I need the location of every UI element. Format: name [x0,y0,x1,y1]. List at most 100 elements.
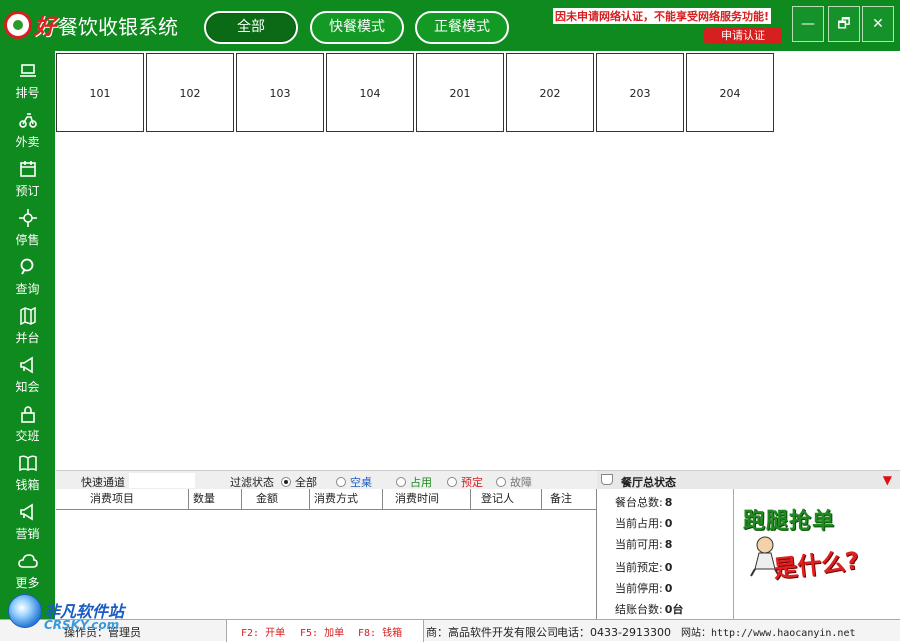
stat-label: 当前占用: [615,517,663,530]
stat-value: 8 [664,496,673,509]
table-tile[interactable]: 204 [686,53,774,132]
quick-channel-input[interactable] [129,473,195,488]
sidebar-item-label: 钱箱 [15,478,40,492]
mode-fast-button[interactable]: 快餐模式 [310,11,404,44]
apply-auth-button[interactable]: 申请认证 [704,28,782,44]
radio-dot [496,477,506,487]
sidebar-item-queue[interactable]: 排号 [0,55,55,103]
sidebar-item-label: 查询 [15,282,40,296]
app-logo: 好 餐饮收银系统 [4,8,178,42]
radio-label: 预定 [461,476,483,489]
shortcut-keys: F2: 开单 F5: 加单 F8: 钱箱 [226,620,424,642]
sidebar-item-label: 外卖 [15,135,40,149]
sidebar-item-reserve[interactable]: 预订 [0,153,55,201]
restaurant-status-header: 餐厅总状态 ▼ [597,470,900,489]
sidebar-item-label: 知会 [15,380,40,394]
stat-value: 0 [664,582,673,595]
stat-label: 餐台总数: [615,496,663,509]
table-grid: 101 102 103 104 201 202 203 204 [56,52,900,470]
maximize-button[interactable]: 🗗 [828,6,860,42]
radio-dot [336,477,346,487]
company-info: 商：高品软件开发有限公司 [426,626,558,639]
logo-icon [4,11,32,39]
lock-icon [0,404,55,426]
radio-label: 故障 [510,476,532,489]
restaurant-status-title: 餐厅总状态 [621,476,676,489]
stat-value: 0 [664,561,673,574]
crosshair-icon [0,208,55,230]
cup-icon [601,474,613,485]
sidebar-item-label: 营销 [15,527,40,541]
radio-dot [396,477,406,487]
radio-dot [447,477,457,487]
filter-bar: 快速通道 过滤状态 全部 空桌 占用 预定 故障 [56,470,597,489]
sidebar-item-shift[interactable]: 交班 [0,398,55,446]
watermark: 非凡软件站 CRSKY.com [6,586,146,636]
calendar-icon [0,159,55,181]
network-notice: 因未申请网络认证，不能享受网络服务功能! [553,8,772,24]
mode-all-button[interactable]: 全部 [204,11,298,44]
collapse-arrow-icon[interactable]: ▼ [883,473,892,487]
map-icon [0,306,55,328]
close-button[interactable]: ✕ [862,6,894,42]
filter-radio-empty[interactable]: 空桌 [336,474,372,490]
search-icon [0,257,55,279]
megaphone-icon [0,355,55,377]
phone-info: 电话：0433-2913300 [557,626,671,639]
globe-icon [8,594,42,628]
filter-status-label: 过滤状态 [230,476,274,489]
filter-radio-occupied[interactable]: 占用 [396,474,432,490]
stat-available: 当前可用: 8 [615,536,672,552]
stat-label: 当前停用: [615,582,663,595]
stat-total: 餐台总数: 8 [615,494,672,510]
minimize-button[interactable]: — [792,6,824,42]
errand-ad-banner[interactable]: 跑腿抢单 是什么? [735,489,900,619]
sidebar-item-stop-sale[interactable]: 停售 [0,202,55,250]
filter-radio-reserved[interactable]: 预定 [447,474,483,490]
column-header[interactable]: 备注 [542,489,597,510]
column-header[interactable]: 消费方式 [310,489,383,510]
table-tile[interactable]: 203 [596,53,684,132]
sidebar-item-query[interactable]: 查询 [0,251,55,299]
logo-hao: 好 [34,15,57,40]
table-tile[interactable]: 103 [236,53,324,132]
column-header[interactable]: 消费项目 [56,489,189,510]
table-tile[interactable]: 104 [326,53,414,132]
stat-disabled: 当前停用: 0 [615,580,672,596]
sidebar-item-merge[interactable]: 并台 [0,300,55,348]
column-header[interactable]: 消费时间 [383,489,471,510]
sidebar-item-takeout[interactable]: 外卖 [0,104,55,152]
column-header[interactable]: 金额 [242,489,310,510]
table-tile[interactable]: 201 [416,53,504,132]
laptop-icon [0,61,55,83]
column-header[interactable]: 登记人 [471,489,542,510]
sidebar-item-cashbox[interactable]: 钱箱 [0,447,55,495]
sidebar-item-notify[interactable]: 知会 [0,349,55,397]
table-tile[interactable]: 202 [506,53,594,132]
column-header[interactable]: 数量 [189,489,242,510]
scooter-icon [0,110,55,132]
table-tile[interactable]: 101 [56,53,144,132]
stat-checked-out: 结账台数: 0台 [615,601,683,617]
mode-full-button[interactable]: 正餐模式 [415,11,509,44]
radio-label: 空桌 [350,476,372,489]
app-title: 餐饮收银系统 [58,14,179,39]
ad-headline: 跑腿抢单 [743,509,836,534]
radio-label: 全部 [295,476,317,489]
consumption-table-header: 消费项目 数量 金额 消费方式 消费时间 登记人 备注 [56,489,597,510]
restaurant-status-list: 餐台总数: 8 当前占用: 0 当前可用: 8 当前预定: 0 当前停用: 0 结账台数:… [597,489,734,619]
filter-radio-fault[interactable]: 故障 [496,474,532,490]
title-bar: 好 餐饮收银系统 全部 快餐模式 正餐模式 因未申请网络认证，不能享受网络服务功… [0,0,900,51]
website-link[interactable]: 网站：http://www.haocanyin.net [681,624,856,639]
sidebar-item-label: 停售 [15,233,40,247]
book-icon [0,453,55,475]
shortcut-add-order: F5: 加单 [300,628,345,639]
radio-dot [281,477,291,487]
sidebar-item-marketing[interactable]: 营销 [0,496,55,544]
stat-occupied: 当前占用: 0 [615,515,672,531]
table-tile[interactable]: 102 [146,53,234,132]
stat-value: 0 [664,517,673,530]
quick-channel-label: 快速通道 [81,476,125,489]
shortcut-cashbox: F8: 钱箱 [358,628,403,639]
filter-radio-all[interactable]: 全部 [281,474,317,490]
